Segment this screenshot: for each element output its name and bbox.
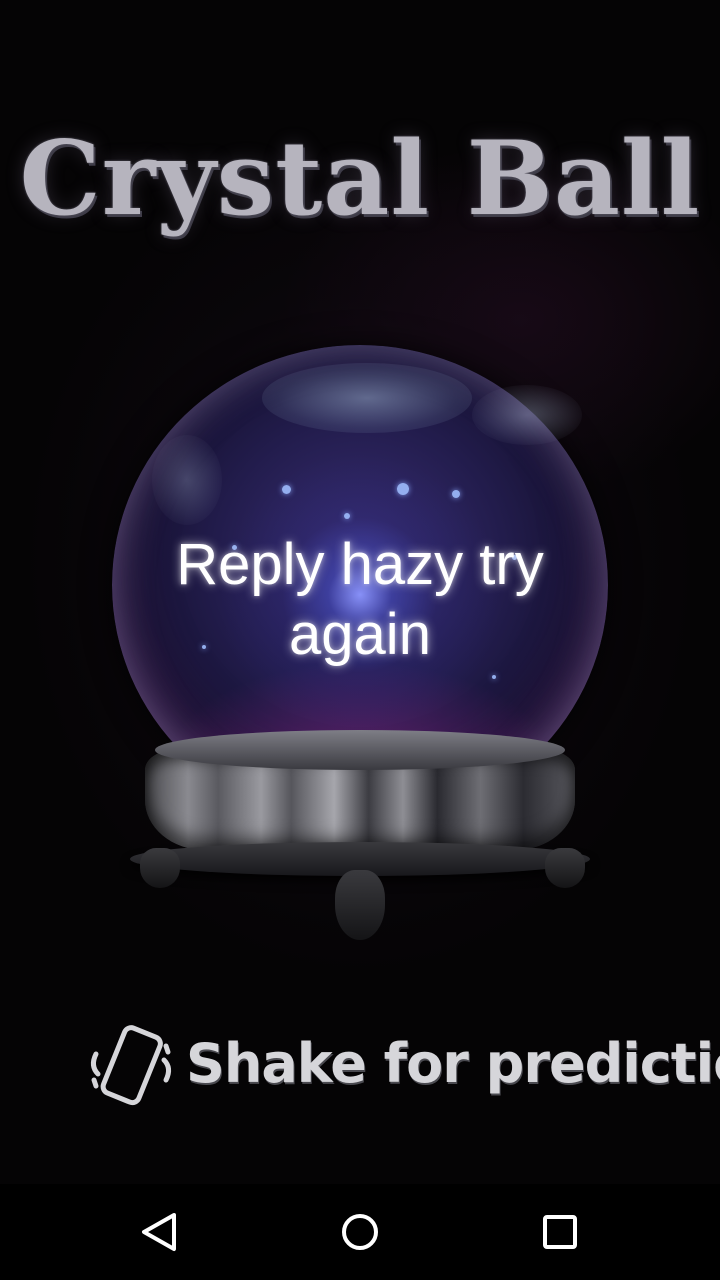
shake-hint: Shake for prediction bbox=[86, 1022, 720, 1112]
star bbox=[492, 675, 496, 679]
ball-highlight bbox=[262, 363, 472, 433]
phone-shake-icon bbox=[90, 1025, 172, 1106]
ball-stand bbox=[130, 730, 590, 940]
stand-foot bbox=[335, 870, 385, 940]
prediction-text: Reply hazy try again bbox=[176, 532, 544, 667]
stand-rim bbox=[155, 730, 565, 770]
home-icon[interactable] bbox=[330, 1202, 390, 1262]
star bbox=[282, 485, 291, 494]
star bbox=[344, 513, 350, 519]
crystal-ball-screen[interactable]: Crystal Ball Reply hazy try again Shake … bbox=[0, 0, 720, 1280]
recents-icon[interactable] bbox=[530, 1202, 590, 1262]
shake-hint-label: Shake for prediction bbox=[186, 1032, 720, 1095]
star bbox=[452, 490, 460, 498]
stand-foot bbox=[140, 848, 180, 888]
stand-foot bbox=[545, 848, 585, 888]
ball-highlight-left bbox=[152, 435, 222, 525]
app-title: Crystal Ball bbox=[19, 119, 701, 239]
system-nav-bar bbox=[0, 1184, 720, 1280]
back-icon[interactable] bbox=[130, 1202, 190, 1262]
ball-highlight-right bbox=[472, 385, 582, 445]
star bbox=[397, 483, 409, 495]
